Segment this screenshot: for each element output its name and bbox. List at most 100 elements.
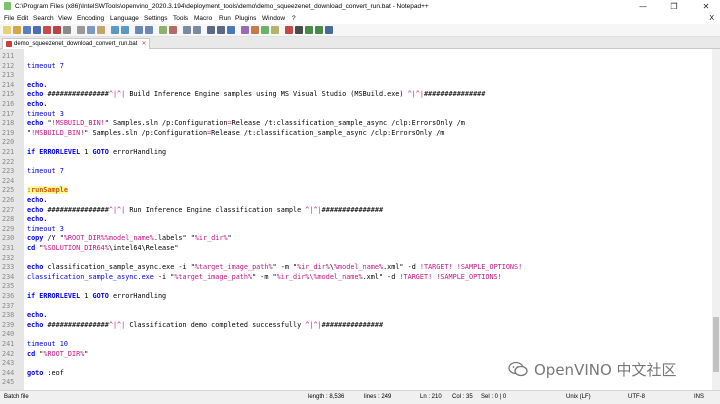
replace-icon[interactable]	[145, 26, 153, 34]
menu-macro[interactable]: Macro	[194, 13, 212, 24]
code-line[interactable]: 220	[0, 137, 712, 147]
show-all-chars-icon[interactable]	[217, 26, 225, 34]
code-line[interactable]: 213	[0, 70, 712, 80]
zoom-out-icon[interactable]	[169, 26, 177, 34]
find-icon[interactable]	[135, 26, 143, 34]
line-number: 211	[2, 52, 15, 60]
code-line[interactable]: 232	[0, 253, 712, 263]
code-line[interactable]: 224	[0, 176, 712, 186]
tab-demo-squeezenet[interactable]: demo_squeezenet_download_convert_run.bat…	[2, 38, 151, 49]
code-text: echo ###############^|^| Run Inference E…	[27, 205, 383, 215]
maximize-button[interactable]: ❐	[660, 0, 688, 13]
code-token: echo	[27, 320, 48, 329]
code-text: :runSample	[27, 185, 68, 195]
record-macro-icon[interactable]	[285, 26, 293, 34]
code-line[interactable]: 239 echo ###############^|^| Classificati…	[0, 320, 712, 330]
open-file-icon[interactable]	[13, 26, 21, 34]
tab-close-icon[interactable]: ✕	[141, 39, 146, 49]
code-text: echo.	[27, 99, 47, 109]
menu-view[interactable]: View	[58, 13, 72, 24]
playback-macro-icon[interactable]	[305, 26, 313, 34]
code-token: %ROOT_DIR%	[43, 349, 85, 358]
code-line[interactable]: 227 echo ###############^|^| Run Inferenc…	[0, 205, 712, 215]
code-line[interactable]: 215 echo ###############^|^| Build Infere…	[0, 89, 712, 99]
close-icon[interactable]	[43, 26, 51, 34]
line-number: 226	[2, 196, 15, 204]
code-line[interactable]: 222	[0, 157, 712, 167]
menu-language[interactable]: Language	[110, 13, 139, 24]
paste-icon[interactable]	[97, 26, 105, 34]
doc-map-icon[interactable]	[251, 26, 259, 34]
code-line[interactable]: 237	[0, 301, 712, 311]
close-document-x[interactable]: X	[709, 13, 714, 24]
code-line[interactable]: 230 copy /Y "%ROOT_DIR%%model_name%.label…	[0, 233, 712, 243]
folder-workspace-icon[interactable]	[271, 26, 279, 34]
code-text: echo ###############^|^| Classification …	[27, 320, 383, 330]
code-line[interactable]: 218 echo "!MSBUILD_BIN!" Samples.sln /p:C…	[0, 118, 712, 128]
sync-horizontal-icon[interactable]	[193, 26, 201, 34]
code-token: ^|^|	[108, 320, 126, 329]
new-file-icon[interactable]	[3, 26, 11, 34]
menu-run[interactable]: Run	[219, 13, 231, 24]
menu-edit[interactable]: Edit	[17, 13, 28, 24]
code-line[interactable]: 231 cd "%SOLUTION_DIR64%\intel64\Release"	[0, 243, 712, 253]
code-line[interactable]: 228 echo.	[0, 214, 712, 224]
menu-search[interactable]: Search	[33, 13, 54, 24]
indent-guide-icon[interactable]	[227, 26, 235, 34]
code-line[interactable]: 229 timeout 3	[0, 224, 712, 234]
code-line[interactable]: 236 if ERRORLEVEL 1 GOTO errorHandling	[0, 291, 712, 301]
redo-icon[interactable]	[121, 26, 129, 34]
stop-record-icon[interactable]	[295, 26, 303, 34]
undo-icon[interactable]	[111, 26, 119, 34]
menu-file[interactable]: File	[4, 13, 14, 24]
language-icon[interactable]	[241, 26, 249, 34]
vertical-scrollbar[interactable]	[712, 49, 720, 390]
minimize-button[interactable]: —	[629, 0, 657, 13]
code-line[interactable]: 219 "!MSBUILD_BIN!" Samples.sln /p:Config…	[0, 128, 712, 138]
cut-icon[interactable]	[77, 26, 85, 34]
code-line[interactable]: 234 classification_sample_async.exe -i "%…	[0, 272, 712, 282]
menu-settings[interactable]: Settings	[144, 13, 168, 24]
code-line[interactable]: 217 timeout 3	[0, 109, 712, 119]
code-line[interactable]: 235	[0, 281, 712, 291]
scrollbar-thumb[interactable]	[713, 317, 719, 372]
function-list-icon[interactable]	[261, 26, 269, 34]
code-line[interactable]: 233 echo classification_sample_async.exe …	[0, 262, 712, 272]
code-editor[interactable]: 211 212 timeout 7 213 214 echo. 215 echo ######…	[0, 49, 712, 390]
line-number: 217	[2, 109, 15, 118]
close-all-icon[interactable]	[53, 26, 61, 34]
code-line[interactable]: 211	[0, 51, 712, 61]
menu-window[interactable]: Window	[262, 13, 285, 24]
code-text: echo.	[27, 195, 47, 205]
menu-plugins[interactable]: Plugins	[235, 13, 256, 24]
code-line[interactable]: 225:runSample	[0, 185, 712, 195]
save-macro-icon[interactable]	[325, 26, 333, 34]
copy-icon[interactable]	[87, 26, 95, 34]
openvino-watermark: OpenVINO 中文社区	[508, 358, 677, 380]
code-line[interactable]: 216 echo.	[0, 99, 712, 109]
code-line[interactable]: 221 if ERRORLEVEL 1 GOTO errorHandling	[0, 147, 712, 157]
code-token: %ir_dir%	[297, 263, 330, 272]
code-line[interactable]: 241 timeout 10	[0, 339, 712, 349]
save-all-icon[interactable]	[33, 26, 41, 34]
line-number: 221	[2, 148, 15, 156]
close-window-button[interactable]: ✕	[692, 0, 720, 13]
line-number: 215	[2, 90, 15, 99]
menu-help[interactable]: ?	[292, 13, 296, 24]
code-line[interactable]: 238 echo.	[0, 310, 712, 320]
code-line[interactable]: 214 echo.	[0, 80, 712, 90]
unsaved-file-icon	[6, 41, 12, 47]
code-token: !TARGET! !SAMPLE_OPTIONS!	[399, 272, 502, 281]
run-macro-multiple-icon[interactable]	[315, 26, 323, 34]
print-icon[interactable]	[63, 26, 71, 34]
save-icon[interactable]	[23, 26, 31, 34]
code-line[interactable]: 226 echo.	[0, 195, 712, 205]
code-line[interactable]: 240	[0, 329, 712, 339]
menu-tools[interactable]: Tools	[173, 13, 188, 24]
zoom-in-icon[interactable]	[159, 26, 167, 34]
code-line[interactable]: 212 timeout 7	[0, 61, 712, 71]
sync-vertical-icon[interactable]	[183, 26, 191, 34]
menu-encoding[interactable]: Encoding	[77, 13, 104, 24]
word-wrap-icon[interactable]	[207, 26, 215, 34]
code-line[interactable]: 223 timeout 7	[0, 166, 712, 176]
